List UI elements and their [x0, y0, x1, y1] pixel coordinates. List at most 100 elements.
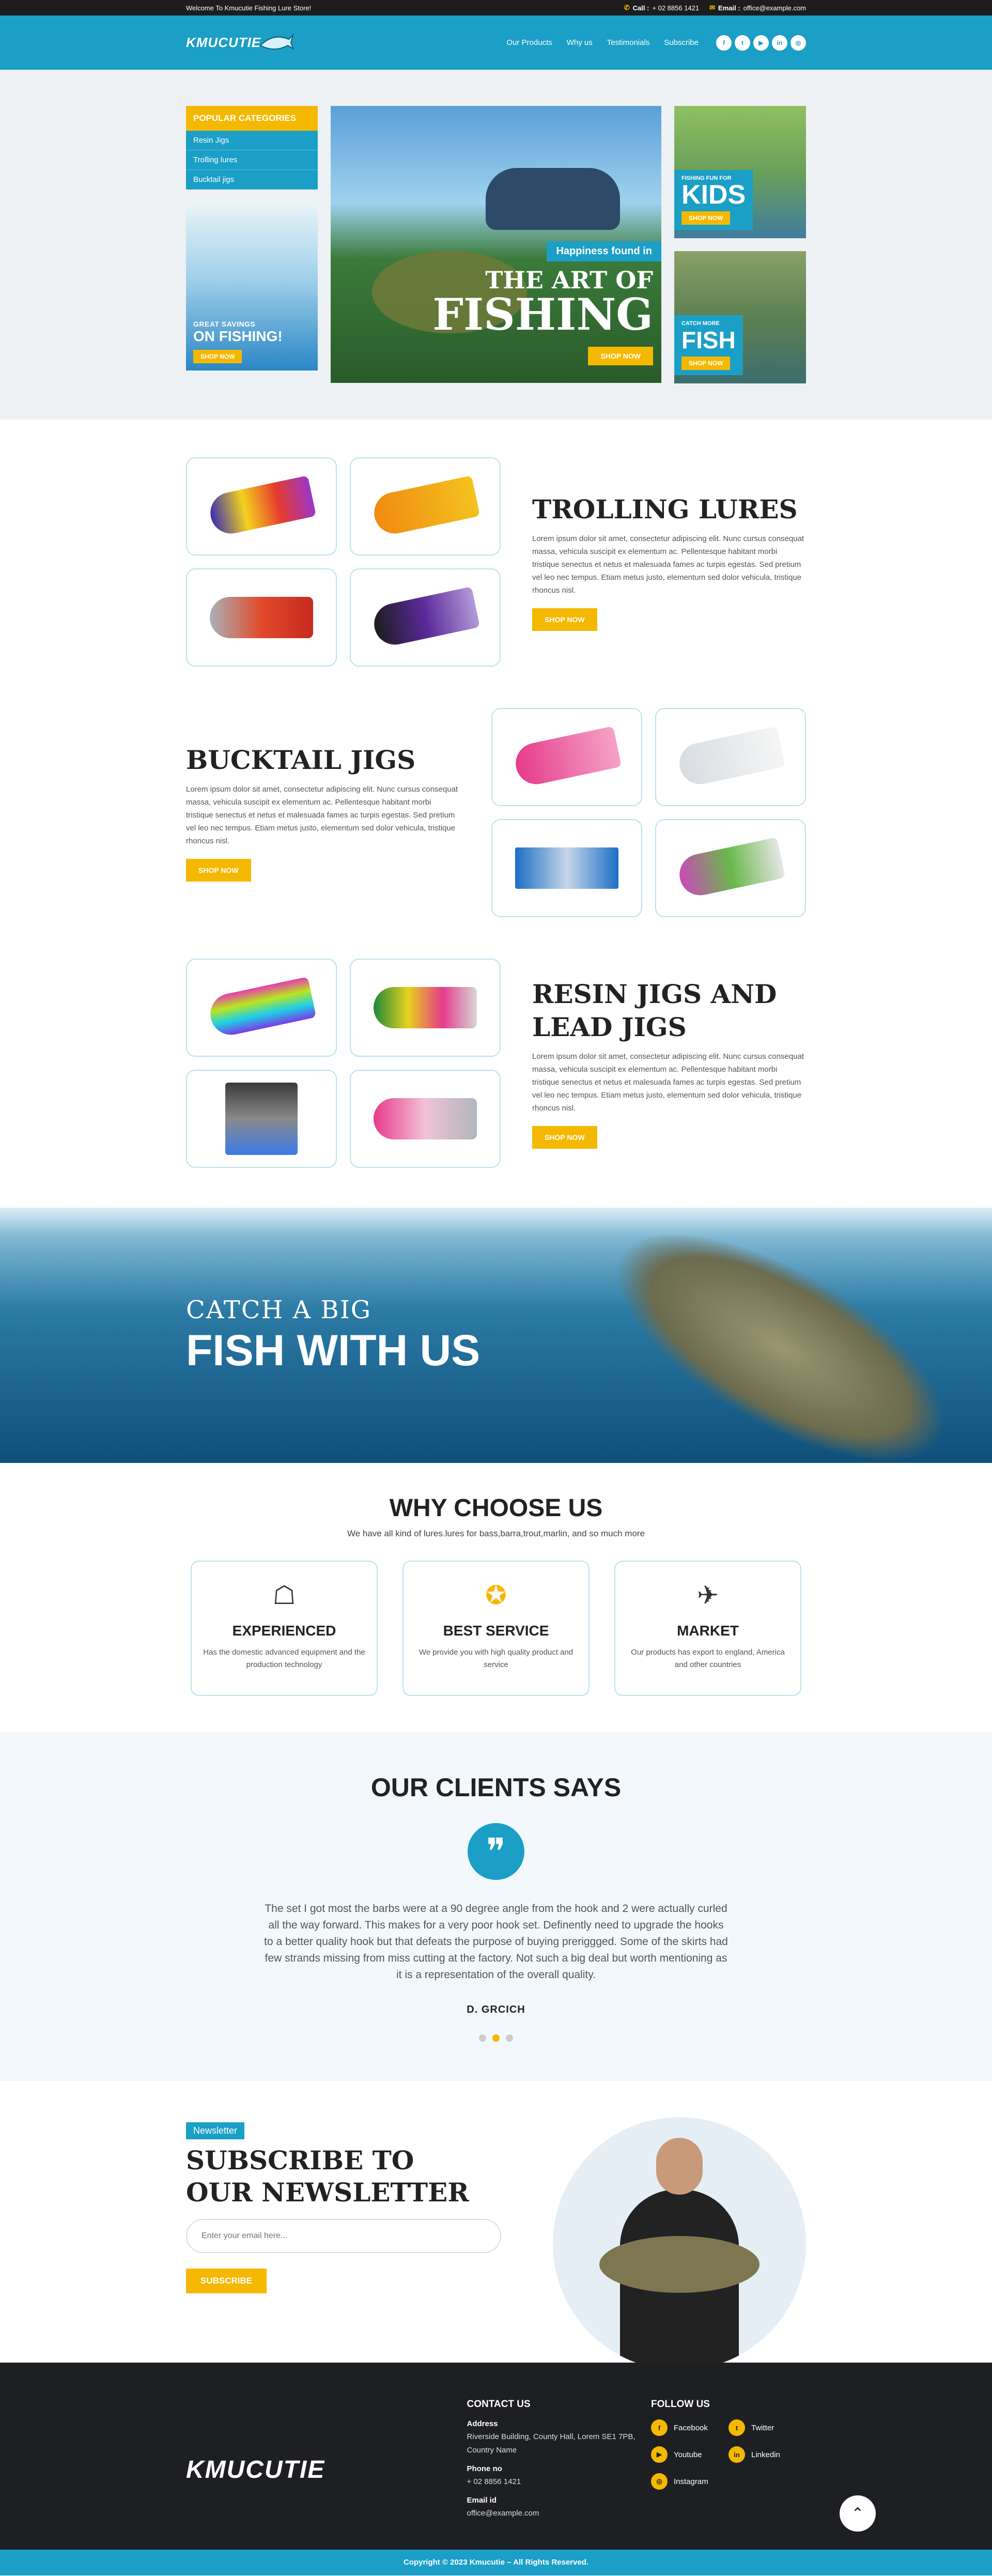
youtube-icon: ▶ — [651, 2446, 668, 2463]
follow-youtube[interactable]: ▶ Youtube — [651, 2446, 729, 2463]
category-resin-jigs[interactable]: Resin Jigs — [186, 131, 318, 150]
twitter-icon[interactable]: t — [735, 35, 750, 51]
product-image[interactable] — [186, 568, 337, 667]
why-title: WHY CHOOSE US — [389, 1494, 603, 1522]
carousel-dots — [0, 2034, 992, 2042]
follow-twitter[interactable]: t Twitter — [729, 2419, 806, 2436]
follow-instagram[interactable]: ◎ Instagram — [651, 2473, 729, 2490]
shop-now-button[interactable]: SHOP NOW — [532, 1125, 597, 1149]
feature-title: MARKET — [677, 1623, 739, 1639]
category-trolling-lures[interactable]: Trolling lures — [186, 150, 318, 170]
feature-title: EXPERIENCED — [232, 1623, 336, 1639]
linkedin-icon[interactable]: in — [772, 35, 787, 51]
jig-image — [512, 726, 622, 788]
product-image[interactable] — [186, 958, 337, 1057]
follow-label: Facebook — [674, 2423, 708, 2432]
product-image[interactable] — [350, 568, 501, 667]
site-header: KMUCUTIE Our Products Why us Testimonial… — [0, 16, 992, 70]
product-image[interactable] — [350, 457, 501, 556]
savings-small: GREAT SAVINGS — [193, 320, 256, 328]
product-image[interactable] — [491, 707, 642, 806]
feature-card: ☖ EXPERIENCED Has the domestic advanced … — [191, 1561, 378, 1696]
footer-contact: CONTACT US Address Riverside Building, C… — [467, 2399, 652, 2527]
product-image[interactable] — [655, 819, 806, 917]
jig-image — [374, 986, 477, 1028]
category-bucktail-jigs[interactable]: Bucktail jigs — [186, 170, 318, 190]
brand-logo[interactable]: KMUCUTIE — [186, 30, 295, 56]
nav-testimonials[interactable]: Testimonials — [607, 38, 650, 47]
email-value[interactable]: office@example.com — [467, 2507, 652, 2520]
angler-photo — [553, 2117, 806, 2370]
scroll-to-top-icon[interactable]: ⌃ — [840, 2495, 876, 2532]
newsletter-section: Newsletter SUBSCRIBE TOOUR NEWSLETTER SU… — [0, 2081, 992, 2370]
jig-image — [374, 1098, 477, 1139]
catch-more-promo[interactable]: CATCH MORE FISH SHOP NOW — [674, 251, 806, 383]
product-title-line1: RESIN JIGS AND — [532, 978, 777, 1009]
contact-title: CONTACT US — [467, 2399, 531, 2410]
kids-big: KIDS — [681, 180, 746, 210]
carousel-dot-active[interactable] — [492, 2034, 500, 2042]
shop-now-button[interactable]: SHOP NOW — [532, 608, 597, 631]
product-trolling-lures: TROLLING LURES Lorem ipsum dolor sit ame… — [186, 456, 806, 668]
nav-our-products[interactable]: Our Products — [506, 38, 552, 47]
product-title-line2: LEAD JIGS — [532, 1011, 687, 1042]
kids-promo[interactable]: FISHING FUN FOR KIDS SHOP NOW — [674, 106, 806, 238]
catch-banner: CATCH A BIG FISH WITH US — [0, 1208, 992, 1463]
product-resin-lead-jigs: RESIN JIGS AND LEAD JIGS Lorem ipsum dolo… — [186, 957, 806, 1169]
follow-linkedin[interactable]: in Linkedin — [729, 2446, 806, 2463]
product-image[interactable] — [491, 819, 642, 917]
catch-big: FISH — [681, 327, 736, 353]
phone-label: Phone no — [467, 2464, 502, 2473]
angler-head — [656, 2138, 703, 2195]
product-image[interactable] — [350, 1069, 501, 1168]
topbar-phone[interactable]: ✆ Call : + 02 8856 1421 — [624, 4, 699, 12]
phone-text: + 02 8856 1421 — [652, 4, 700, 12]
follow-label: Twitter — [751, 2423, 774, 2432]
carousel-dot[interactable] — [479, 2034, 486, 2042]
catch-shop-button[interactable]: SHOP NOW — [681, 357, 731, 370]
scale-image — [225, 1082, 298, 1155]
carousel-dot[interactable] — [506, 2034, 513, 2042]
lure-image — [370, 475, 481, 537]
phone-icon: ✆ — [624, 4, 630, 11]
email-label: Email id — [467, 2496, 497, 2505]
email-label: Email : — [718, 4, 740, 12]
why-section: WHY CHOOSE US We have all kind of lures.… — [0, 1463, 992, 1732]
main-nav: Our Products Why us Testimonials Subscri… — [506, 35, 806, 51]
youtube-icon[interactable]: ▶ — [753, 35, 769, 51]
main-shop-button[interactable]: SHOP NOW — [588, 347, 653, 365]
product-image[interactable] — [350, 958, 501, 1057]
twitter-icon: t — [729, 2419, 745, 2436]
phone-value[interactable]: + 02 8856 1421 — [467, 2475, 652, 2489]
quote-icon: ❞ — [468, 1823, 524, 1880]
product-image[interactable] — [186, 1069, 337, 1168]
award-ribbon-icon: ✪ — [485, 1581, 507, 1610]
product-image[interactable] — [655, 707, 806, 806]
popular-categories: POPULAR CATEGORIES Resin Jigs Trolling l… — [186, 106, 318, 190]
header-socials: f t ▶ in ◎ — [716, 35, 806, 51]
product-description: Lorem ipsum dolor sit amet, consectetur … — [532, 1052, 804, 1113]
facebook-icon[interactable]: f — [716, 35, 732, 51]
savings-promo[interactable]: GREAT SAVINGS ON FISHING! SHOP NOW — [186, 205, 318, 371]
kids-shop-button[interactable]: SHOP NOW — [681, 211, 731, 225]
nav-subscribe[interactable]: Subscribe — [664, 38, 699, 47]
follow-facebook[interactable]: f Facebook — [651, 2419, 729, 2436]
nav-why-us[interactable]: Why us — [567, 38, 593, 47]
topbar-email[interactable]: ✉ Email : office@example.com — [709, 4, 806, 12]
newsletter-title-line2: OUR NEWSLETTER — [186, 2177, 469, 2208]
savings-big: ON FISHING! — [193, 328, 283, 344]
feature-title: BEST SERVICE — [443, 1623, 549, 1639]
catch-small: CATCH MORE — [681, 320, 720, 327]
product-image[interactable] — [186, 457, 337, 556]
main-promo-banner[interactable]: Happiness found in THE ART OF FISHING SH… — [331, 106, 661, 383]
email-text: office@example.com — [743, 4, 806, 12]
footer-logo[interactable]: KMUCUTIE — [186, 2399, 467, 2527]
newsletter-email-input[interactable] — [186, 2219, 501, 2253]
subscribe-button[interactable]: SUBSCRIBE — [186, 2269, 267, 2293]
trout-image — [580, 1208, 980, 1463]
shop-now-button[interactable]: SHOP NOW — [186, 858, 251, 882]
instagram-icon[interactable]: ◎ — [791, 35, 806, 51]
brand-name: KMUCUTIE — [186, 35, 261, 50]
top-bar: Welcome To Kmucutie Fishing Lure Store! … — [0, 0, 992, 16]
savings-shop-button[interactable]: SHOP NOW — [193, 350, 242, 363]
